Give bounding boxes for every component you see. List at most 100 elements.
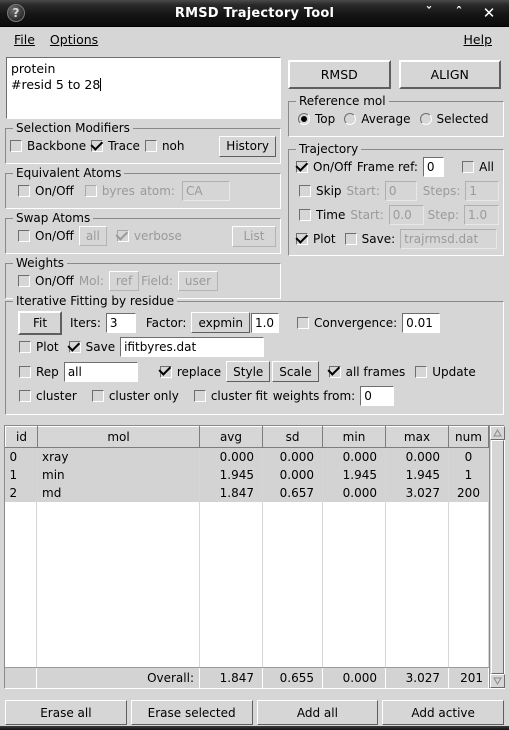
column-header-max[interactable]: max <box>385 426 449 448</box>
scale-button[interactable]: Scale <box>272 361 319 382</box>
menu-file[interactable]: File <box>8 30 44 49</box>
column-header-min[interactable]: min <box>322 426 386 448</box>
trajectory-save-input: trajrmsd.dat <box>400 229 497 249</box>
weights-field-label: Field: <box>141 274 173 288</box>
add-active-button[interactable]: Add active <box>382 700 504 725</box>
convergence-input[interactable]: 0.01 <box>402 312 441 333</box>
rep-input[interactable]: all <box>63 361 138 382</box>
trace-checkbox[interactable] <box>91 140 104 152</box>
trajectory-plot-checkbox[interactable] <box>296 233 308 245</box>
reference-mol-title: Reference mol <box>296 94 389 108</box>
maximize-icon[interactable]: ˆ <box>452 7 466 20</box>
factor-number-input[interactable]: 1.0 <box>250 312 279 333</box>
cell-id: 2 <box>5 483 38 502</box>
skip-start-label: Start: <box>346 184 380 198</box>
scroll-down-arrow-icon[interactable] <box>489 674 505 688</box>
fit-button[interactable]: Fit <box>18 310 62 335</box>
add-all-button[interactable]: Add all <box>256 700 379 725</box>
weights-from-input[interactable]: 0 <box>360 386 395 406</box>
cell-min: 1.945 <box>322 465 386 484</box>
align-button[interactable]: ALIGN <box>398 60 501 89</box>
table-row[interactable]: 2 md 1.847 0.657 0.000 3.027 200 <box>5 483 489 502</box>
column-header-sd[interactable]: sd <box>262 426 323 448</box>
results-table-body: 0 xray 0.000 0.000 0.000 0.000 0 1 min 1… <box>5 447 489 502</box>
filler-col-avg <box>199 501 262 667</box>
skip-checkbox[interactable] <box>299 185 311 197</box>
swap-atoms-onoff-label: On/Off <box>35 229 74 243</box>
rmsd-button[interactable]: RMSD <box>288 60 391 89</box>
equivalent-atoms-group: Equivalent Atoms On/Off byres atom: CA <box>5 166 281 209</box>
cell-avg: 0.000 <box>199 447 263 466</box>
equivalent-atoms-title: Equivalent Atoms <box>13 166 125 180</box>
equivalent-atoms-row: On/Off byres atom: CA <box>10 180 276 202</box>
menu-options-label: Options <box>49 32 99 47</box>
update-checkbox[interactable] <box>415 365 428 378</box>
cell-sd: 0.657 <box>262 483 323 502</box>
swap-atoms-all-button: all <box>78 226 107 246</box>
cluster-fit-checkbox[interactable] <box>193 390 206 402</box>
weights-mol-label: Mol: <box>78 274 104 288</box>
ifit-save-checkbox[interactable] <box>68 341 81 353</box>
erase-selected-button[interactable]: Erase selected <box>130 700 253 725</box>
selection-text-input[interactable]: protein #resid 5 to 28 <box>6 57 281 119</box>
column-header-id[interactable]: id <box>5 426 38 448</box>
filler-col-num <box>448 501 488 667</box>
menu-file-label: File <box>14 32 35 47</box>
reference-mol-top-radio[interactable] <box>298 113 310 125</box>
scroll-up-arrow-icon[interactable] <box>489 426 505 440</box>
table-vertical-scrollbar[interactable] <box>489 426 505 688</box>
rep-checkbox[interactable] <box>19 365 31 378</box>
swap-atoms-onoff-checkbox[interactable] <box>18 230 30 242</box>
frame-ref-input[interactable]: 0 <box>422 157 445 177</box>
column-header-avg[interactable]: avg <box>199 426 263 448</box>
trajectory-save-checkbox[interactable] <box>344 233 357 245</box>
time-step-input: 1.0 <box>464 205 499 225</box>
skip-label: Skip <box>316 184 342 198</box>
reference-mol-selected-radio[interactable] <box>419 113 432 125</box>
time-checkbox[interactable] <box>299 209 311 221</box>
weights-onoff-checkbox[interactable] <box>18 275 30 287</box>
table-row[interactable]: 0 xray 0.000 0.000 0.000 0.000 0 <box>5 447 489 466</box>
trajectory-onoff-checkbox[interactable] <box>296 161 308 173</box>
style-button[interactable]: Style <box>226 361 271 382</box>
time-step-label: Step: <box>427 208 460 222</box>
table-row[interactable]: 1 min 1.945 0.000 1.945 1.945 1 <box>5 465 489 484</box>
window-help-icon[interactable]: ? <box>7 4 25 22</box>
factor-option-button[interactable]: expmin <box>191 312 250 333</box>
scrollbar-thumb[interactable] <box>490 440 504 674</box>
menu-help[interactable]: Help <box>458 30 502 49</box>
cluster-only-checkbox[interactable] <box>91 390 104 402</box>
selection-line-2-wrap: #resid 5 to 28 <box>11 77 276 93</box>
ifit-plot-checkbox[interactable] <box>19 341 31 353</box>
equivalent-atoms-onoff-checkbox[interactable] <box>18 185 30 197</box>
iters-input[interactable]: 3 <box>105 312 136 333</box>
replace-label: replace <box>176 364 222 379</box>
minimize-icon[interactable]: ˇ <box>422 7 436 20</box>
trajectory-time-row: Time Start: 0.0 Step: 1.0 <box>293 204 499 226</box>
menu-options[interactable]: Options <box>44 30 107 49</box>
cluster-label: cluster <box>36 389 77 403</box>
text-caret <box>100 78 102 91</box>
backbone-checkbox[interactable] <box>10 140 22 152</box>
trajectory-all-checkbox[interactable] <box>462 161 475 173</box>
cell-min: 0.000 <box>322 447 386 466</box>
reference-mol-average-label: Average <box>361 112 411 126</box>
convergence-checkbox[interactable] <box>296 316 309 329</box>
noh-checkbox[interactable] <box>144 140 157 152</box>
history-button[interactable]: History <box>219 135 276 157</box>
close-icon[interactable]: ✕ <box>482 5 496 21</box>
verbose-checkbox <box>116 230 129 242</box>
column-header-mol[interactable]: mol <box>37 426 200 448</box>
column-header-num[interactable]: num <box>448 426 489 448</box>
overall-avg: 1.847 <box>200 668 263 688</box>
equivalent-atoms-atom-label: atom: <box>139 184 175 198</box>
ifit-save-input[interactable]: ifitbyres.dat <box>120 337 265 357</box>
reference-mol-average-radio[interactable] <box>344 113 357 125</box>
replace-checkbox[interactable] <box>159 365 172 378</box>
cluster-checkbox[interactable] <box>19 390 31 402</box>
filler-col-max <box>385 501 448 667</box>
erase-all-button[interactable]: Erase all <box>5 700 127 725</box>
cell-max: 1.945 <box>385 465 449 484</box>
iterative-fitting-title: Iterative Fitting by residue <box>13 294 178 308</box>
all-frames-checkbox[interactable] <box>328 365 341 378</box>
